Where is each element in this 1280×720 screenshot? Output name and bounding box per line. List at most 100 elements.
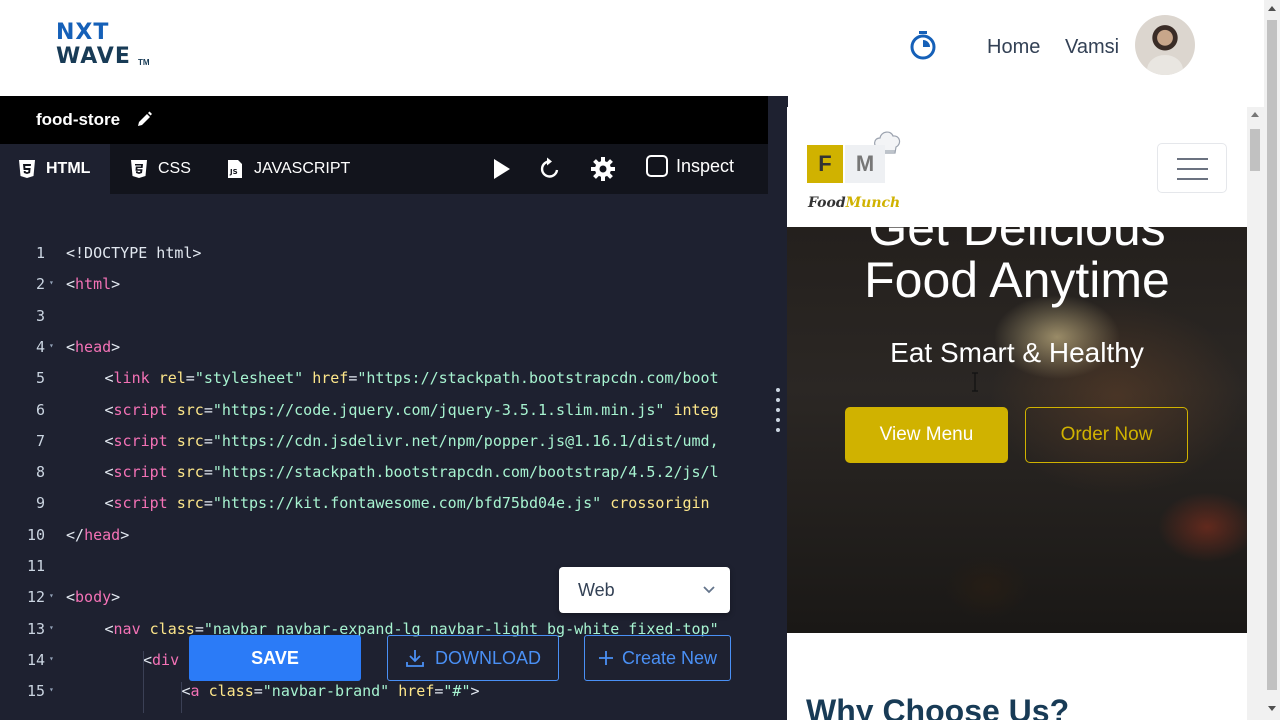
code-line[interactable]: 9 <script src="https://kit.fontawesome.co… (0, 494, 752, 525)
code-line[interactable]: 3 (0, 307, 752, 338)
fold-arrow-icon[interactable]: ▾ (49, 654, 54, 663)
window-scrollbar[interactable] (1264, 0, 1280, 720)
resize-handle-icon[interactable] (776, 388, 780, 436)
code-token: src (176, 400, 204, 419)
download-button[interactable]: DOWNLOAD (387, 635, 559, 681)
css3-icon (131, 160, 147, 178)
code-token: < (104, 369, 114, 388)
fold-arrow-icon[interactable]: ▾ (49, 278, 54, 287)
view-mode-select[interactable]: Web (559, 567, 730, 613)
window-scroll-thumb[interactable] (1267, 20, 1277, 690)
line-number: 5 (35, 369, 45, 388)
foodmunch-logo[interactable]: F M FoodMunch (807, 127, 902, 215)
view-menu-button[interactable]: View Menu (845, 407, 1008, 463)
code-token: href (312, 369, 349, 388)
code-token: integ (673, 400, 719, 419)
code-line[interactable]: 8 <script src="https://stackpath.bootstra… (0, 463, 752, 494)
logo-line2: WAVE (56, 44, 131, 69)
code-line[interactable]: 15 ▾ <a class="navbar-brand" href="#"> (0, 682, 752, 713)
inspect-checkbox[interactable] (646, 155, 668, 177)
code-token: link (113, 369, 150, 388)
nav-user-name[interactable]: Vamsi (1065, 36, 1119, 59)
code-line[interactable]: 2 ▾ <html> (0, 275, 752, 306)
fold-arrow-icon[interactable]: ▾ (49, 341, 54, 350)
code-token: > (111, 337, 121, 356)
fold-arrow-icon[interactable]: ▾ (49, 591, 54, 600)
code-text: <head> (66, 338, 120, 356)
code-token: < (104, 463, 114, 482)
pencil-icon[interactable] (136, 110, 152, 128)
inspect-label: Inspect (676, 155, 735, 176)
tab-javascript[interactable]: JS JAVASCRIPT (208, 144, 368, 194)
code-token: "https://stackpath.bootstrapcdn.com/boot (357, 369, 719, 388)
code-token: < (181, 682, 191, 701)
window-scroll-up-icon[interactable] (1268, 6, 1276, 11)
preview-scrollbar[interactable] (1247, 107, 1264, 720)
line-number: 4 (35, 337, 45, 356)
line-number: 6 (35, 400, 45, 419)
download-icon (406, 650, 424, 667)
refresh-icon[interactable] (537, 156, 563, 182)
code-token: script (113, 400, 168, 419)
indent-guide (181, 682, 182, 714)
window-scroll-down-icon[interactable] (1268, 706, 1276, 711)
fold-arrow-icon[interactable]: ▾ (49, 623, 54, 632)
play-icon[interactable] (488, 156, 514, 182)
code-token: > (120, 525, 130, 544)
indent-guide (142, 682, 144, 714)
save-button[interactable]: SAVE (189, 635, 361, 681)
code-line[interactable]: 7 <script src="https://cdn.jsdelivr.net/n… (0, 432, 752, 463)
tab-html[interactable]: HTML (0, 144, 110, 194)
line-number: 1 (35, 244, 45, 262)
code-editor-panel: food-store HTML CSS JS JAVASCRIPT Inspec… (0, 96, 768, 720)
create-new-button[interactable]: Create New (584, 635, 731, 681)
code-token: src (176, 463, 204, 482)
code-token: head (75, 337, 112, 356)
code-line[interactable]: 4 ▾ <head> (0, 338, 752, 369)
inspect-toggle[interactable]: Inspect (646, 155, 734, 177)
code-token: > (111, 275, 121, 294)
code-text: <script src="https://kit.fontawesome.com… (105, 494, 710, 512)
code-line[interactable]: 10 </head> (0, 526, 752, 557)
fold-arrow-icon[interactable]: ▾ (49, 685, 54, 694)
order-now-button[interactable]: Order Now (1025, 407, 1188, 463)
chevron-down-icon (703, 586, 715, 594)
project-name: food-store (36, 110, 121, 129)
scroll-up-icon[interactable] (1251, 112, 1259, 117)
code-line[interactable]: 6 <script src="https://code.jquery.com/jq… (0, 401, 752, 432)
code-line[interactable]: 1 <!DOCTYPE html> (0, 244, 752, 275)
code-token: </ (66, 525, 85, 544)
code-token: rel (158, 369, 186, 388)
stopwatch-icon[interactable] (908, 30, 938, 60)
nav-home-link[interactable]: Home (987, 36, 1040, 59)
avatar[interactable] (1135, 15, 1195, 75)
text-cursor-icon (972, 372, 978, 392)
line-number: 8 (35, 463, 45, 482)
hamburger-icon[interactable] (1157, 143, 1227, 193)
preview-scroll-thumb[interactable] (1250, 129, 1260, 171)
code-token: = (203, 463, 213, 482)
code-token: src (176, 431, 204, 450)
code-token: href (398, 682, 435, 701)
code-token: > (470, 682, 480, 701)
code-token: head (84, 525, 121, 544)
gear-icon[interactable] (590, 156, 616, 182)
js-file-icon: JS (228, 160, 242, 178)
code-token: < (66, 588, 76, 607)
nxtwave-logo[interactable]: NXT WAVE TM (56, 20, 156, 72)
code-text: <script src="https://code.jquery.com/jqu… (105, 401, 719, 419)
code-token: = (203, 431, 213, 450)
tab-css[interactable]: CSS (112, 144, 209, 194)
code-token: < (66, 275, 76, 294)
plus-icon (598, 651, 613, 665)
line-number: 15 (26, 682, 45, 701)
code-token: "https://code.jquery.com/jquery-3.5.1.sl… (212, 400, 665, 419)
code-line[interactable]: 5 <link rel="stylesheet" href="https://st… (0, 369, 752, 400)
download-label: DOWNLOAD (434, 647, 541, 668)
